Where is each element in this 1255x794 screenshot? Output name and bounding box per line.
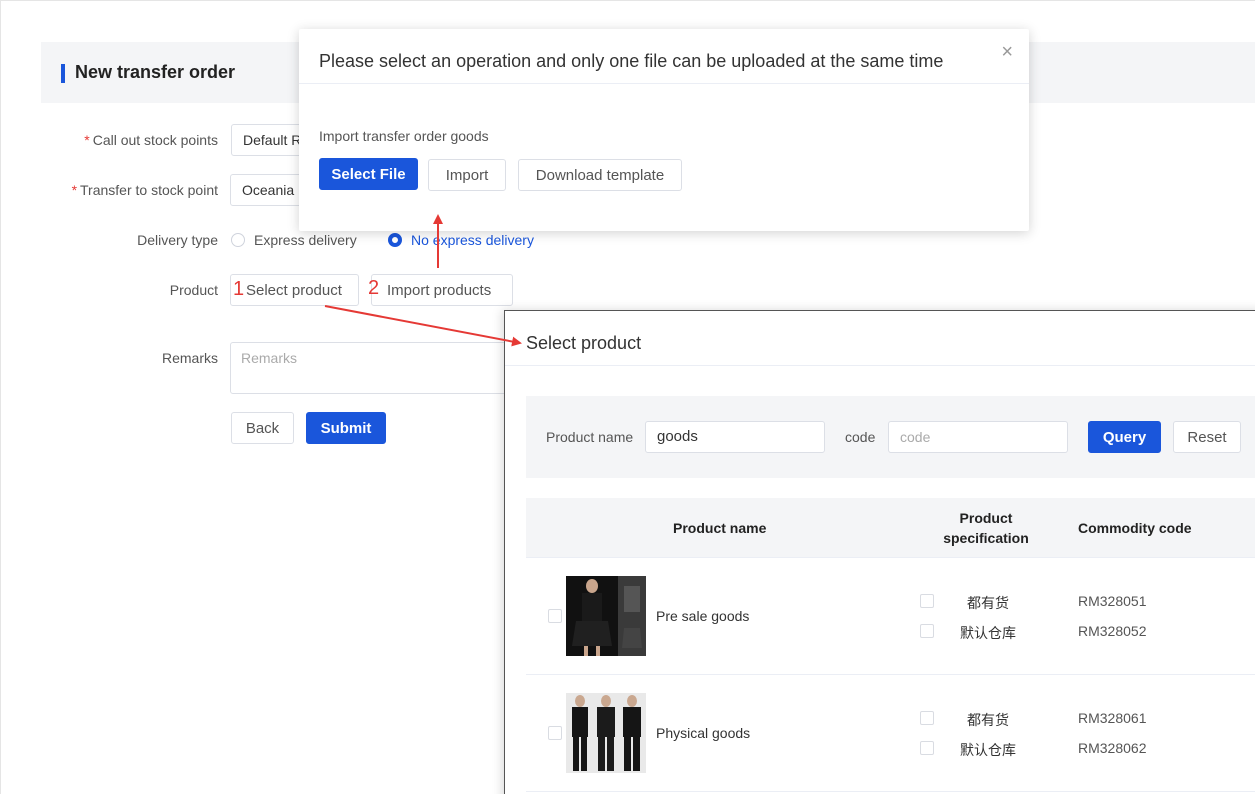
query-button[interactable]: Query <box>1088 421 1161 453</box>
spec-name: 默认仓库 <box>960 742 1016 758</box>
code-search-input[interactable]: code <box>888 421 1068 453</box>
product-name: Physical goods <box>656 725 751 741</box>
spec-name: 都有货 <box>967 712 1009 728</box>
delivery-type-label: Delivery type <box>137 232 218 248</box>
row-checkbox[interactable] <box>548 609 562 623</box>
radio-circle <box>231 233 245 247</box>
spec-name: 默认仓库 <box>960 625 1016 641</box>
product-thumbnail-pre-sale <box>566 576 646 656</box>
commodity-code: RM328052 <box>1078 623 1147 639</box>
upload-dialog: Please select an operation and only one … <box>299 29 1029 231</box>
commodity-code: RM328051 <box>1078 593 1147 609</box>
table-row: Pre sale goods 都有货 RM328051 默认仓库 RM32805… <box>526 558 1255 675</box>
spec-checkbox[interactable] <box>920 711 934 725</box>
table-header: Product name Product specification Commo… <box>526 498 1255 558</box>
product-name-search-input[interactable]: goods <box>645 421 825 453</box>
close-icon[interactable]: × <box>1001 41 1013 64</box>
row-checkbox[interactable] <box>548 726 562 740</box>
download-template-button[interactable]: Download template <box>518 159 682 191</box>
annotation-step-1: 1 <box>233 278 245 300</box>
annotation-step-2: 2 <box>368 277 380 299</box>
spec-name: 都有货 <box>967 595 1009 611</box>
product-name-search-label: Product name <box>546 429 634 445</box>
radio-no-express-delivery[interactable]: No express delivery <box>388 232 534 248</box>
dialog-divider <box>299 83 1029 84</box>
import-products-button[interactable]: Import products <box>371 274 513 306</box>
import-section-label: Import transfer order goods <box>319 128 489 144</box>
transfer-to-select[interactable]: Oceania <box>230 174 310 206</box>
commodity-code: RM328061 <box>1078 710 1147 726</box>
title-accent-bar <box>61 64 65 83</box>
search-bar: Product name goods code code Query Reset <box>526 396 1255 478</box>
commodity-code: RM328062 <box>1078 740 1147 756</box>
spec-checkbox[interactable] <box>920 594 934 608</box>
table-row: Physical goods 都有货 RM328061 默认仓库 RM32806… <box>526 675 1255 792</box>
spec-checkbox[interactable] <box>920 624 934 638</box>
call-out-label: * Call out stock points <box>84 132 218 148</box>
column-commodity-code: Commodity code <box>1078 520 1192 536</box>
column-product-name: Product name <box>673 520 767 536</box>
import-button[interactable]: Import <box>428 159 506 191</box>
product-name: Pre sale goods <box>656 608 750 624</box>
radio-circle-checked <box>388 233 402 247</box>
radio-express-delivery[interactable]: Express delivery <box>231 232 357 248</box>
submit-button[interactable]: Submit <box>306 412 386 444</box>
panel-divider <box>505 365 1255 366</box>
transfer-to-label: * Transfer to stock point <box>71 182 218 198</box>
remarks-textarea[interactable]: Remarks <box>230 342 520 394</box>
page-title: New transfer order <box>75 62 236 82</box>
back-button[interactable]: Back <box>231 412 294 444</box>
select-product-panel: Select product Product name goods code c… <box>504 310 1255 794</box>
remarks-label: Remarks <box>161 350 218 366</box>
select-product-title: Select product <box>526 333 642 353</box>
select-product-button[interactable]: Select product <box>230 274 359 306</box>
reset-button[interactable]: Reset <box>1173 421 1241 453</box>
spec-checkbox[interactable] <box>920 741 934 755</box>
product-thumbnail-physical <box>566 693 646 773</box>
upload-dialog-title: Please select an operation and only one … <box>319 51 944 71</box>
column-product-specification: Product specification <box>943 510 1029 546</box>
code-search-label: code <box>845 429 876 445</box>
select-file-button[interactable]: Select File <box>319 158 418 190</box>
product-label: Product <box>169 282 218 298</box>
arrow-to-select-product-panel <box>324 305 522 347</box>
